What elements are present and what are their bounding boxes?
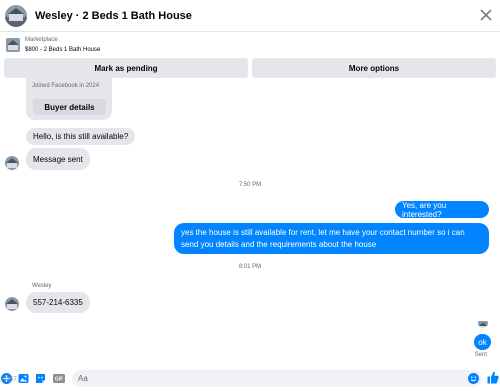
more-options-button[interactable]: More options: [252, 58, 496, 78]
message-bubble-buyer: Message sent: [26, 148, 90, 170]
emoji-icon[interactable]: [468, 373, 479, 384]
image-icon[interactable]: [18, 373, 29, 384]
message-bubble-self: ok: [474, 334, 491, 350]
message-bubble-buyer: Hello, is this still available?: [26, 128, 136, 145]
buyer-avatar[interactable]: [5, 156, 19, 170]
message-bubble-self: yes the house is still available for ren…: [174, 223, 489, 254]
message-input[interactable]: [78, 370, 458, 387]
buyer-details-button[interactable]: Buyer details: [33, 99, 106, 115]
character-counter: 13157: [0, 377, 17, 383]
read-receipt-avatar: [478, 318, 488, 328]
chat-header: Wesley · 2 Beds 1 Bath House: [0, 0, 500, 32]
joined-date: Joined Facebook in 2024: [32, 83, 100, 89]
mark-as-pending-button[interactable]: Mark as pending: [4, 58, 248, 78]
listing-title: $800 - 2 Beds 1 Bath House: [25, 47, 101, 53]
sender-name: Wesley: [32, 283, 52, 289]
listing-thumbnail: [6, 38, 20, 52]
avatar[interactable]: [5, 4, 27, 27]
timestamp: 8:01 PM: [238, 264, 262, 270]
listing-summary[interactable]: Marketplace $800 - 2 Beds 1 Bath House: [0, 33, 500, 57]
listing-source: Marketplace: [25, 37, 58, 43]
sticker-icon[interactable]: [35, 373, 46, 384]
chat-title[interactable]: Wesley · 2 Beds 1 Bath House: [35, 10, 192, 22]
timestamp: 7:50 PM: [238, 182, 262, 188]
close-icon[interactable]: [478, 7, 494, 23]
listing-actions: Mark as pending More options: [4, 58, 496, 78]
message-input-container[interactable]: [72, 370, 482, 387]
message-composer: GIF: [0, 366, 500, 391]
svg-text:GIF: GIF: [55, 377, 63, 383]
buyer-profile-card: Joined Facebook in 2024 Buyer details: [26, 78, 112, 120]
buyer-avatar[interactable]: [5, 297, 19, 311]
message-bubble-self: Yes, are you interested?: [395, 201, 489, 219]
gif-icon[interactable]: GIF: [53, 374, 65, 383]
message-bubble-buyer: 557-214-6335: [26, 292, 90, 313]
like-icon[interactable]: [487, 371, 499, 384]
message-status: Sent: [474, 352, 487, 358]
